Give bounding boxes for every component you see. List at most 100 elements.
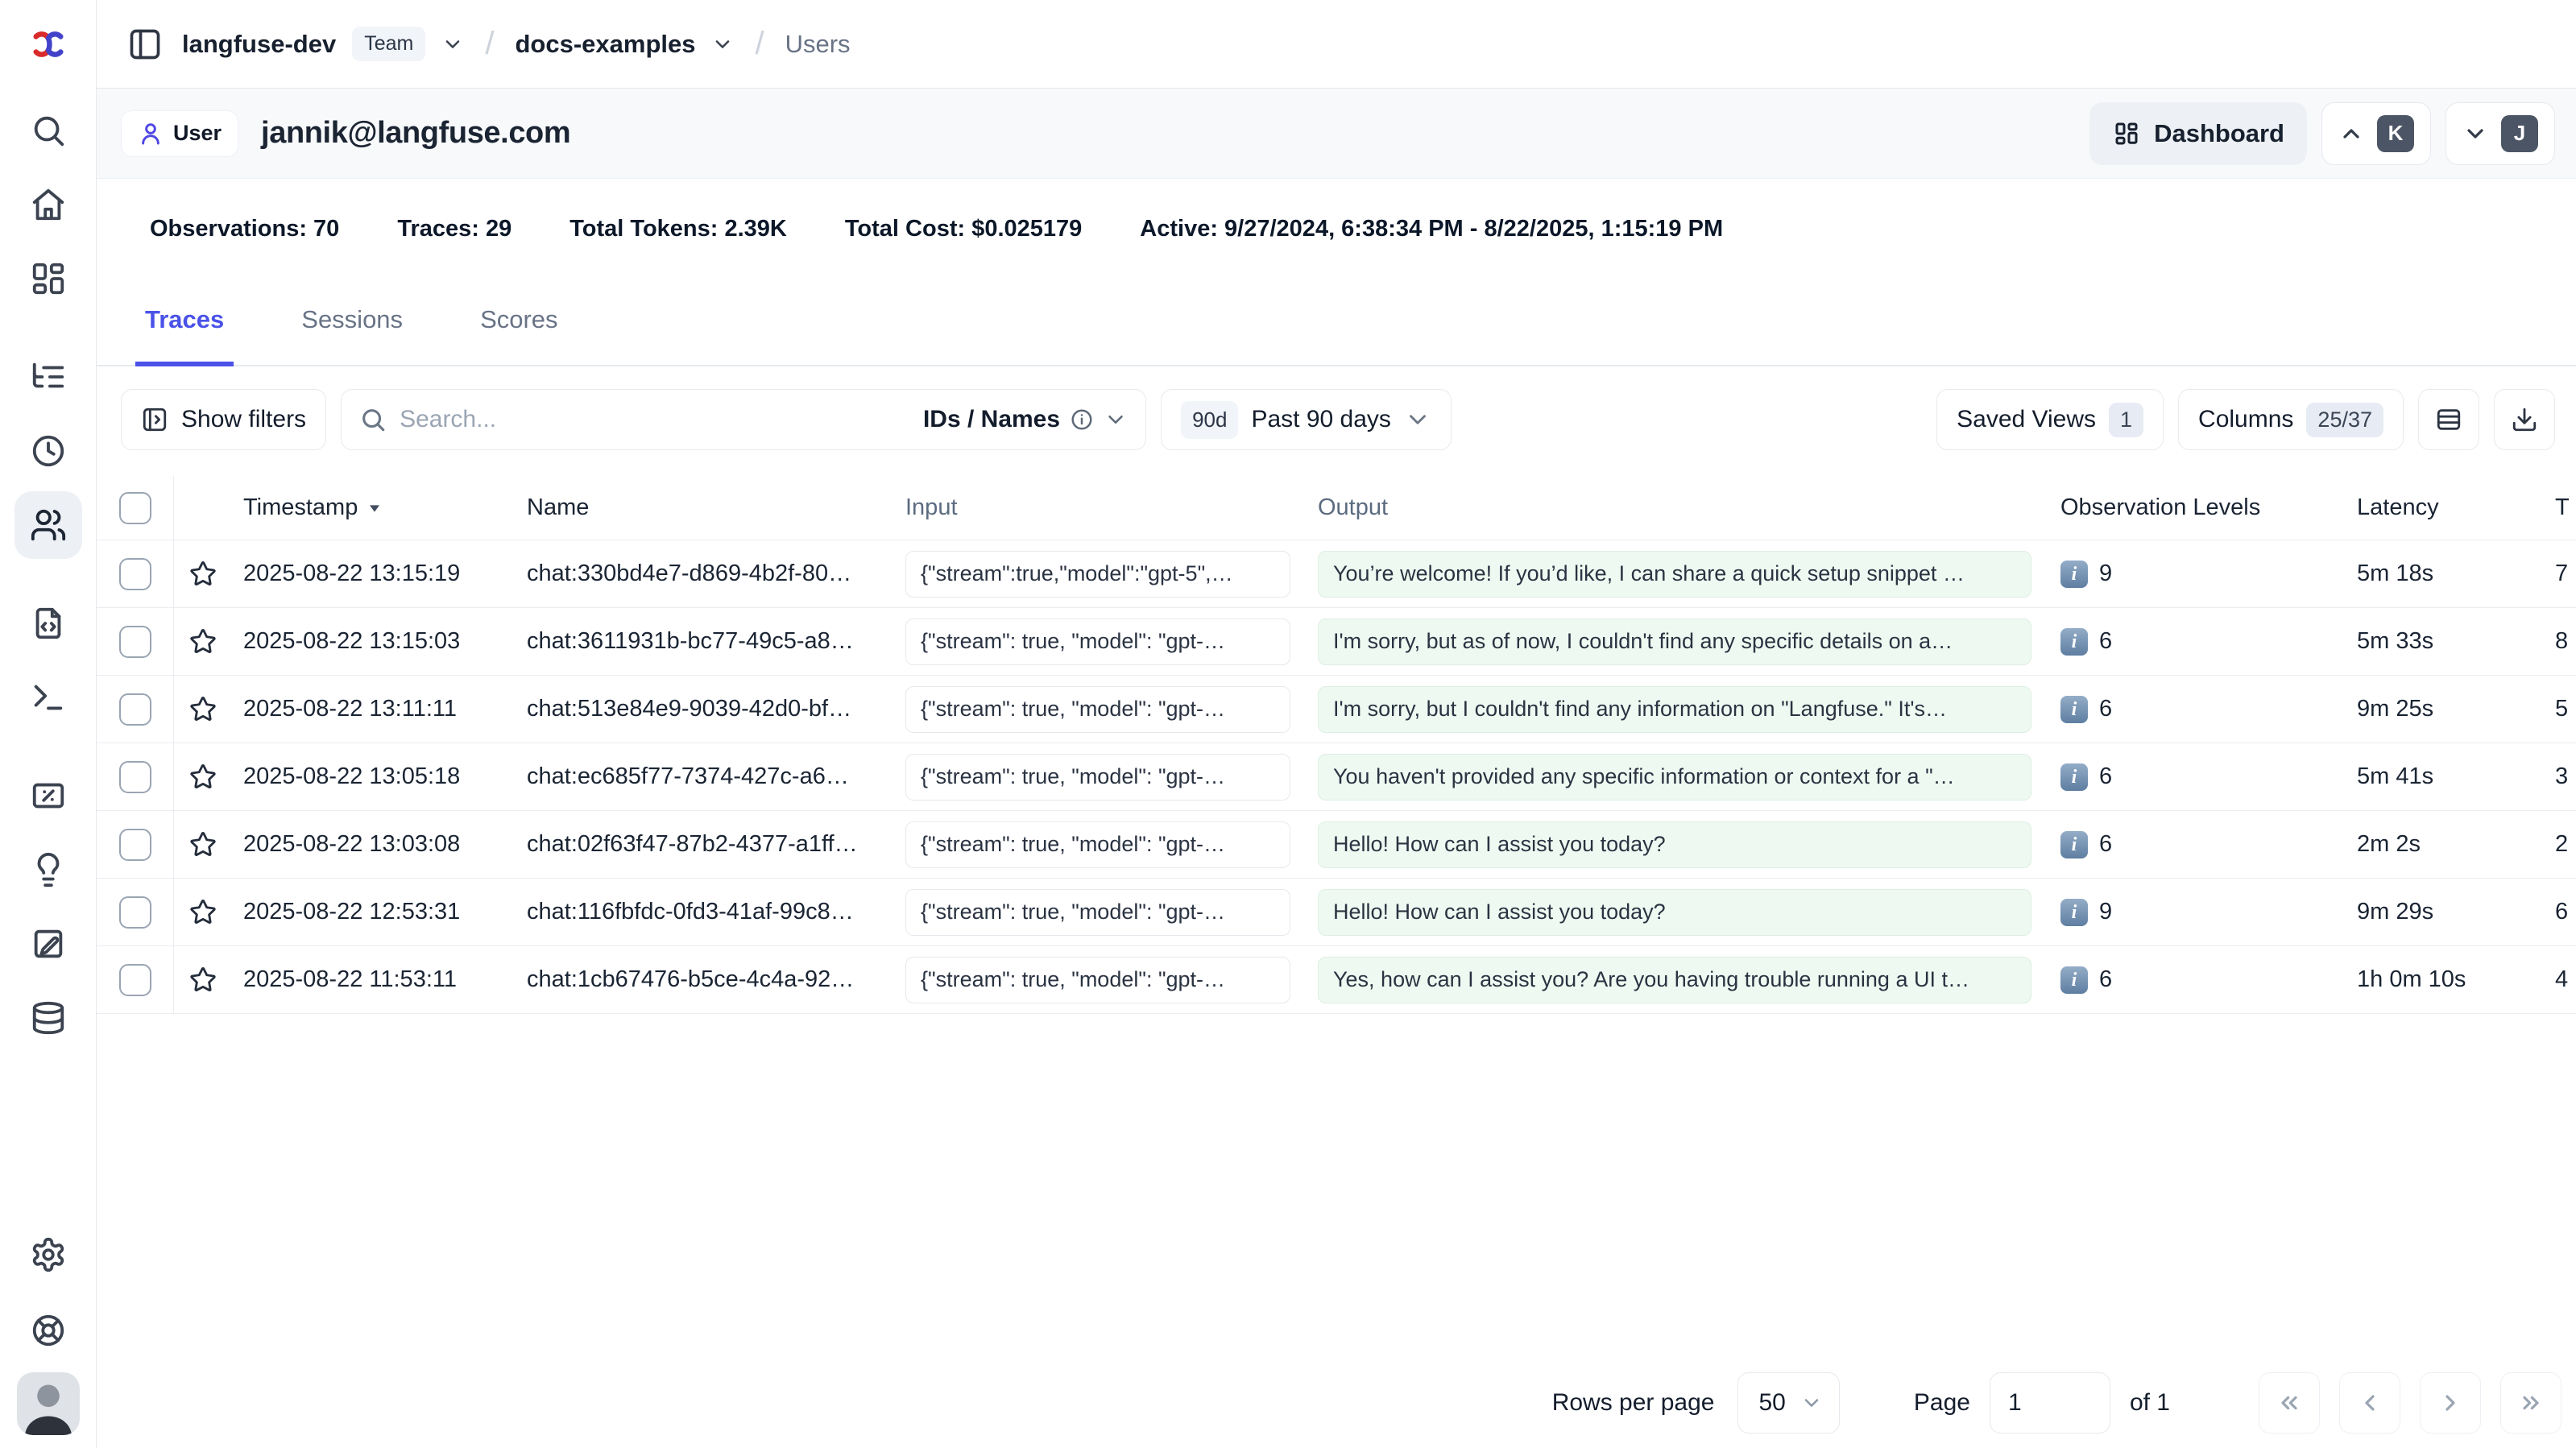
langfuse-logo[interactable] xyxy=(30,0,67,89)
header-partial-column[interactable]: T xyxy=(2544,494,2576,521)
sidebar-item-prompts[interactable] xyxy=(14,590,82,657)
star-icon[interactable] xyxy=(187,626,219,658)
select-all-checkbox[interactable] xyxy=(119,492,151,524)
row-checkbox[interactable] xyxy=(119,896,151,929)
sidebar-item-dashboards[interactable] xyxy=(14,245,82,312)
breadcrumb-org[interactable]: langfuse-dev xyxy=(182,30,336,59)
trace-input-chip[interactable]: {"stream": true, "model": "gpt-… xyxy=(905,821,1290,868)
table-row[interactable]: 2025-08-22 13:05:18 chat:ec685f77-7374-4… xyxy=(97,743,2576,811)
row-checkbox[interactable] xyxy=(119,693,151,726)
sidebar-item-home[interactable] xyxy=(14,171,82,238)
star-icon[interactable] xyxy=(187,829,219,861)
sidebar-item-annotations[interactable] xyxy=(14,910,82,978)
page-size-select[interactable]: 50 xyxy=(1737,1372,1840,1434)
table-row[interactable]: 2025-08-22 13:11:11 chat:513e84e9-9039-4… xyxy=(97,676,2576,743)
project-switcher[interactable] xyxy=(711,33,734,56)
chevron-down-icon xyxy=(1800,1392,1823,1414)
header-timestamp[interactable]: Timestamp xyxy=(232,494,527,521)
trace-name[interactable]: chat:513e84e9-9039-42d0-bf… xyxy=(527,696,905,722)
table-row[interactable]: 2025-08-22 13:15:19 chat:330bd4e7-d869-4… xyxy=(97,540,2576,608)
sidebar-item-support[interactable] xyxy=(14,1297,82,1364)
tab-traces[interactable]: Traces xyxy=(135,305,234,366)
time-range-button[interactable]: 90d Past 90 days xyxy=(1161,389,1452,450)
row-checkbox[interactable] xyxy=(119,761,151,793)
next-user-button[interactable]: J xyxy=(2446,102,2555,165)
trace-name[interactable]: chat:3611931b-bc77-49c5-a8… xyxy=(527,628,905,655)
table-row[interactable]: 2025-08-22 13:15:03 chat:3611931b-bc77-4… xyxy=(97,608,2576,676)
trace-input-chip[interactable]: {"stream": true, "model": "gpt-… xyxy=(905,686,1290,733)
sidebar-item-datasets[interactable] xyxy=(14,984,82,1052)
tab-scores[interactable]: Scores xyxy=(470,305,567,365)
trace-input-chip[interactable]: {"stream": true, "model": "gpt-… xyxy=(905,889,1290,936)
trace-output-chip[interactable]: I'm sorry, but I couldn't find any infor… xyxy=(1318,686,2031,733)
row-checkbox[interactable] xyxy=(119,558,151,590)
trace-input-chip[interactable]: {"stream": true, "model": "gpt-… xyxy=(905,754,1290,801)
trace-name[interactable]: chat:02f63f47-87b2-4377-a1ff… xyxy=(527,831,905,858)
trace-input-chip[interactable]: {"stream": true, "model": "gpt-… xyxy=(905,957,1290,1003)
tab-sessions[interactable]: Sessions xyxy=(292,305,412,365)
trace-input-chip[interactable]: {"stream":true,"model":"gpt-5",… xyxy=(905,551,1290,598)
row-checkbox[interactable] xyxy=(119,829,151,861)
header-output[interactable]: Output xyxy=(1318,494,2043,521)
star-icon[interactable] xyxy=(187,964,219,996)
sidebar-item-insights[interactable] xyxy=(14,836,82,904)
row-checkbox[interactable] xyxy=(119,626,151,658)
org-switcher[interactable] xyxy=(441,33,464,56)
chevron-up-icon xyxy=(2338,121,2364,147)
header-latency[interactable]: Latency xyxy=(2346,494,2544,521)
sidebar-item-tracing[interactable] xyxy=(14,343,82,411)
info-level-icon: i xyxy=(2060,966,2088,994)
previous-page-button[interactable] xyxy=(2339,1372,2400,1434)
trace-output-chip[interactable]: I'm sorry, but as of now, I couldn't fin… xyxy=(1318,619,2031,665)
row-checkbox[interactable] xyxy=(119,964,151,996)
trace-output-chip[interactable]: Hello! How can I assist you today? xyxy=(1318,821,2031,868)
chevron-right-icon xyxy=(2437,1390,2463,1416)
sidebar-item-sessions[interactable] xyxy=(14,417,82,485)
next-page-button[interactable] xyxy=(2420,1372,2481,1434)
chevrons-left-icon xyxy=(2276,1390,2302,1416)
trace-output-chip[interactable]: You’re welcome! If you’d like, I can sha… xyxy=(1318,551,2031,598)
sidebar-item-playground[interactable] xyxy=(14,664,82,731)
saved-views-button[interactable]: Saved Views 1 xyxy=(1936,389,2164,450)
export-button[interactable] xyxy=(2494,389,2555,450)
breadcrumb-project[interactable]: docs-examples xyxy=(515,30,695,59)
header-input[interactable]: Input xyxy=(905,494,1318,521)
trace-name[interactable]: chat:ec685f77-7374-427c-a6… xyxy=(527,763,905,790)
search-type-selector[interactable]: IDs / Names xyxy=(923,406,1128,433)
observation-levels-cell: i6 xyxy=(2043,966,2346,994)
header-name[interactable]: Name xyxy=(527,494,905,521)
trace-output-chip[interactable]: You haven't provided any specific inform… xyxy=(1318,754,2031,801)
prev-user-button[interactable]: K xyxy=(2321,102,2431,165)
sidebar-item-users[interactable] xyxy=(14,491,82,559)
table-row[interactable]: 2025-08-22 13:03:08 chat:02f63f47-87b2-4… xyxy=(97,811,2576,879)
trace-output-chip[interactable]: Hello! How can I assist you today? xyxy=(1318,889,2031,936)
star-icon[interactable] xyxy=(187,558,219,590)
trace-output-chip[interactable]: Yes, how can I assist you? Are you havin… xyxy=(1318,957,2031,1003)
dashboard-button[interactable]: Dashboard xyxy=(2089,102,2307,165)
table-row[interactable]: 2025-08-22 12:53:31 chat:116fbfdc-0fd3-4… xyxy=(97,879,2576,946)
trace-name[interactable]: chat:116fbfdc-0fd3-41af-99c8… xyxy=(527,899,905,925)
page-number-input[interactable] xyxy=(1990,1372,2110,1434)
header-observation-levels[interactable]: Observation Levels xyxy=(2043,494,2346,521)
trace-input-chip[interactable]: {"stream": true, "model": "gpt-… xyxy=(905,619,1290,665)
search-input[interactable] xyxy=(400,406,910,433)
first-page-button[interactable] xyxy=(2259,1372,2320,1434)
sidebar-toggle-button[interactable] xyxy=(127,27,163,62)
star-icon[interactable] xyxy=(187,761,219,793)
star-icon[interactable] xyxy=(187,896,219,929)
trace-name[interactable]: chat:330bd4e7-d869-4b2f-80… xyxy=(527,561,905,587)
observation-levels-cell: i6 xyxy=(2043,696,2346,723)
sidebar-item-settings[interactable] xyxy=(14,1221,82,1289)
star-icon[interactable] xyxy=(187,693,219,726)
sidebar-item-evaluation[interactable] xyxy=(14,762,82,829)
row-height-button[interactable] xyxy=(2418,389,2479,450)
trace-name[interactable]: chat:1cb67476-b5ce-4c4a-92… xyxy=(527,966,905,993)
columns-button[interactable]: Columns 25/37 xyxy=(2178,389,2404,450)
trace-input-cell: {"stream": true, "model": "gpt-… xyxy=(905,686,1318,733)
table-row[interactable]: 2025-08-22 11:53:11 chat:1cb67476-b5ce-4… xyxy=(97,946,2576,1014)
sidebar-item-search[interactable] xyxy=(14,97,82,164)
search-icon xyxy=(359,406,387,433)
user-avatar[interactable] xyxy=(17,1372,80,1435)
show-filters-button[interactable]: Show filters xyxy=(121,389,326,450)
last-page-button[interactable] xyxy=(2500,1372,2562,1434)
